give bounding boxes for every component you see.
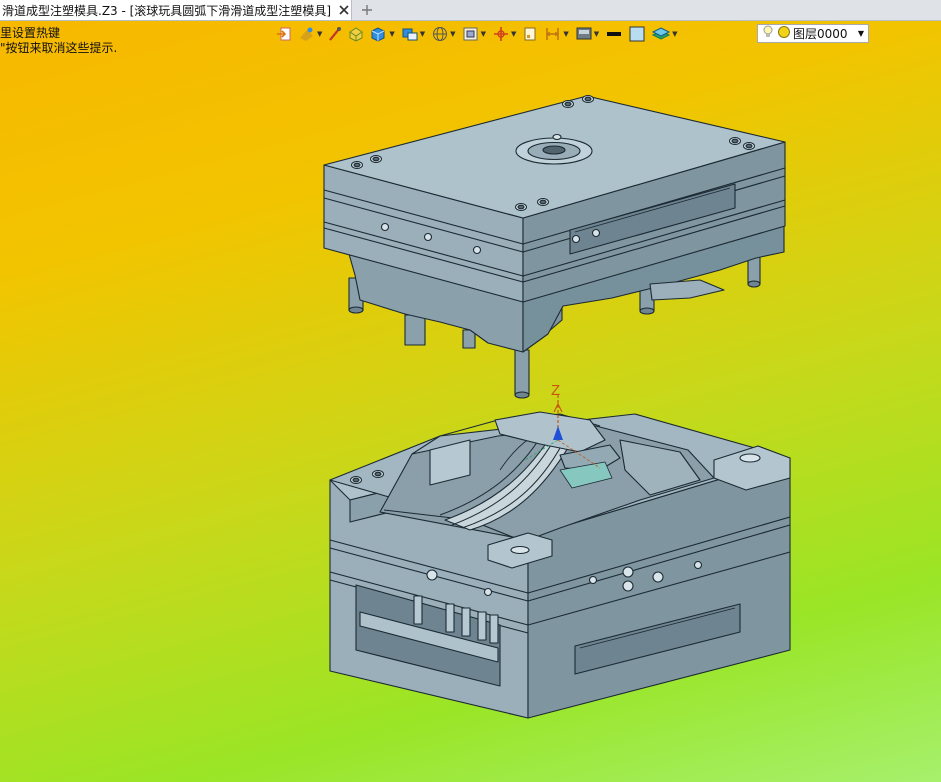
- document-tab-bar: 滑道成型注塑模具.Z3 - [滚球玩具圆弧下滑滑道成型注塑模具]: [0, 0, 941, 21]
- lower-mold-half: [329, 411, 791, 719]
- upper-mold-half: [323, 94, 786, 399]
- plus-icon[interactable]: [358, 1, 376, 19]
- document-tab[interactable]: 滑道成型注塑模具.Z3 - [滚球玩具圆弧下滑滑道成型注塑模具]: [0, 0, 352, 20]
- 3d-viewport[interactable]: 里设置热键 "按钮来取消这些提示. ▼ ▼ ▼ ▼ ▼ ▼ ▼ ▼ ▼ 图层00…: [0, 21, 941, 782]
- z-axis-label: Z: [551, 382, 560, 399]
- mold-3d-model[interactable]: Z: [0, 21, 941, 782]
- document-tab-title: 滑道成型注塑模具.Z3 - [滚球玩具圆弧下滑滑道成型注塑模具]: [2, 3, 331, 18]
- close-icon[interactable]: [337, 3, 351, 17]
